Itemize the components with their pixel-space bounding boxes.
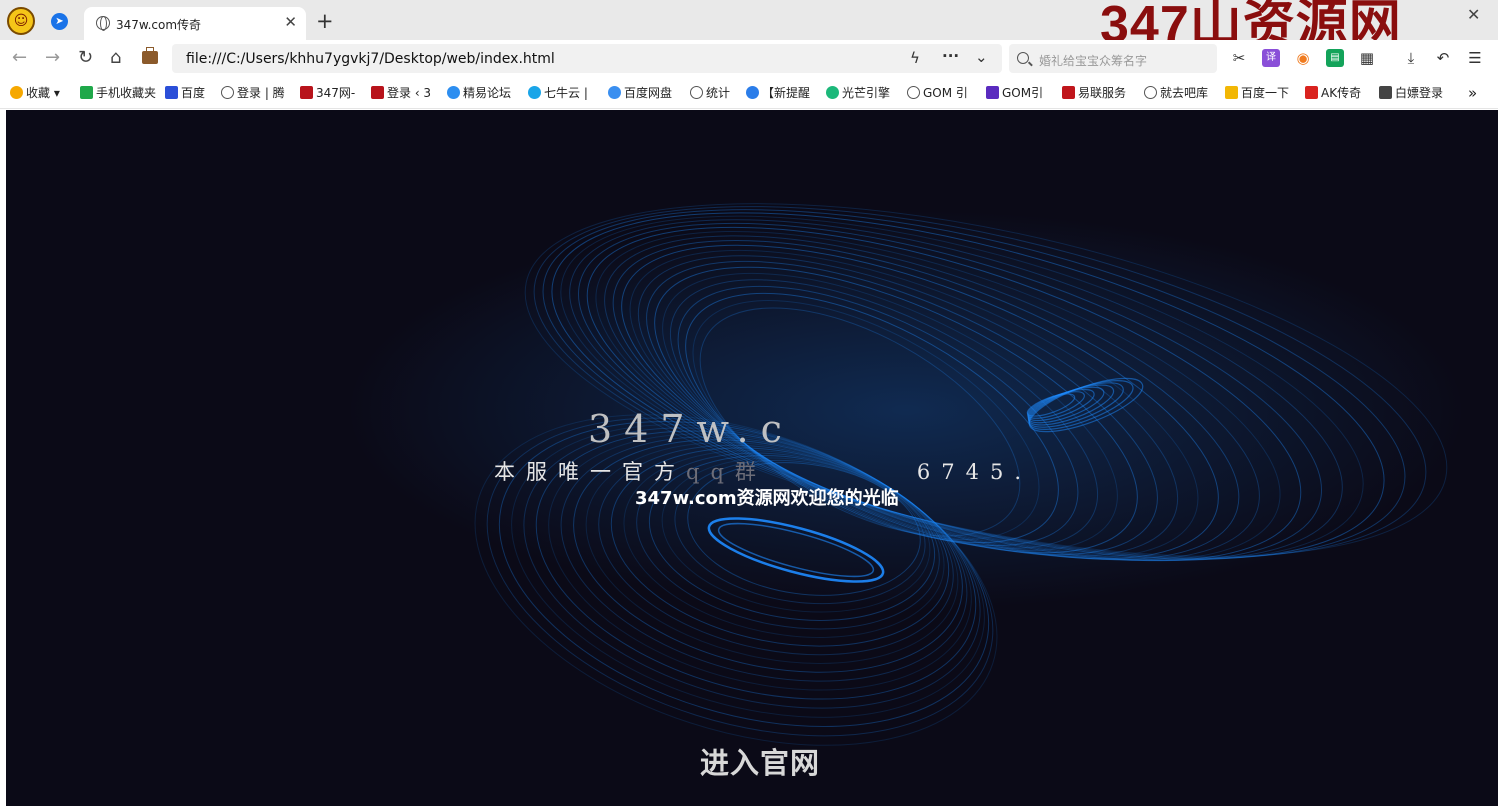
more-icon[interactable]: ··· — [942, 47, 959, 65]
bookmark-item[interactable]: 百度网盘 — [608, 85, 678, 101]
site-icon — [1225, 86, 1238, 99]
tab-active[interactable]: 347w.com传奇 ✕ — [84, 7, 306, 40]
new-tab-button[interactable]: + — [316, 9, 334, 33]
bookmarks-bar: 收藏 ▾ 手机收藏夹 百度 登录 | 腾 347网- 登录 ‹ 3 精易论坛 七… — [0, 77, 1498, 109]
address-bar[interactable]: file:///C:/Users/khhu7ygvkj7/Desktop/web… — [172, 44, 1002, 73]
bookmark-item[interactable]: AK传奇 — [1305, 85, 1367, 101]
tab-close-button[interactable]: ✕ — [284, 13, 297, 31]
qiniu-icon — [528, 86, 541, 99]
bookmark-item[interactable]: 就去吧库 — [1144, 85, 1212, 101]
send-icon[interactable]: ➤ — [51, 13, 68, 30]
site-icon — [1305, 86, 1318, 99]
official-qq-line: 本服唯一官方qq群 6745. — [494, 460, 1033, 484]
chevron-down-icon[interactable]: ⌄ — [975, 48, 988, 66]
translate-icon[interactable]: 译 — [1262, 49, 1280, 67]
site-icon — [300, 86, 313, 99]
bookmark-item[interactable]: 易联服务 — [1062, 85, 1132, 101]
globe-icon — [1144, 86, 1157, 99]
site-icon — [371, 86, 384, 99]
reader-icon[interactable]: ▤ — [1326, 49, 1344, 67]
site-icon — [1062, 86, 1075, 99]
baidu-icon — [165, 86, 178, 99]
bookmark-item[interactable]: 手机收藏夹 — [80, 85, 156, 101]
site-icon — [746, 86, 759, 99]
window-close-button[interactable]: ✕ — [1467, 5, 1480, 24]
cloud-icon — [608, 86, 621, 99]
eye-icon — [447, 86, 460, 99]
star-icon — [10, 86, 23, 99]
lightning-icon[interactable]: ϟ — [910, 49, 920, 67]
bookmark-item[interactable]: 百度 — [165, 85, 211, 101]
bookmark-item[interactable]: 347网- — [300, 85, 360, 101]
glow — [346, 210, 1466, 610]
bookmarks-more-button[interactable]: » — [1468, 85, 1484, 101]
enter-site-button[interactable]: 进入官网 — [700, 740, 820, 782]
page-content: 347w.c 本服唯一官方qq群 6745. 347w.com资源网欢迎您的光临 … — [6, 110, 1498, 806]
site-icon — [986, 86, 999, 99]
navigation-bar: ← → ↻ ⌂ file:///C:/Users/khhu7ygvkj7/Des… — [0, 40, 1498, 77]
site-icon — [1379, 86, 1392, 99]
briefcase-icon[interactable] — [142, 47, 158, 64]
bookmark-item[interactable]: GOM 引 — [907, 85, 973, 101]
bookmark-item[interactable]: 登录 | 腾 — [221, 85, 289, 101]
globe-icon — [690, 86, 703, 99]
bookmark-item[interactable]: 七牛云 | — [528, 85, 596, 101]
bookmark-item[interactable]: 光芒引擎 — [826, 85, 896, 101]
welcome-text: 347w.com资源网欢迎您的光临 — [635, 488, 899, 509]
bookmark-item[interactable]: 百度一下 — [1225, 85, 1293, 101]
search-box[interactable]: 婚礼给宝宝众筹名字 — [1009, 44, 1217, 73]
bookmark-item[interactable]: 【新提醒 — [746, 85, 814, 101]
bookmark-item[interactable]: 精易论坛 — [447, 85, 517, 101]
globe-icon — [221, 86, 234, 99]
bookmark-item[interactable]: 统计 — [690, 85, 736, 101]
globe-icon — [96, 16, 110, 31]
title-bar: ☺ ➤ 347w.com传奇 ✕ + 347山资源网 ✕ — [0, 0, 1498, 54]
bookmark-item[interactable]: 白嫖登录 — [1379, 85, 1449, 101]
download-icon[interactable]: ⤓ — [1402, 49, 1420, 67]
bookmark-item[interactable]: GOM引 — [986, 85, 1048, 101]
tab-title: 347w.com传奇 — [116, 18, 202, 32]
back-icon[interactable]: ← — [12, 48, 27, 68]
scissors-icon[interactable]: ✂ — [1230, 49, 1248, 67]
game-icon[interactable]: ◉ — [1294, 49, 1312, 67]
home-icon[interactable]: ⌂ — [110, 48, 121, 68]
menu-icon[interactable]: ☰ — [1466, 49, 1484, 67]
undo-icon[interactable]: ↶ — [1434, 49, 1452, 67]
engine-icon — [826, 86, 839, 99]
apps-icon[interactable]: ▦ — [1358, 49, 1376, 67]
site-title: 347w.c — [588, 407, 794, 451]
reload-icon[interactable]: ↻ — [78, 48, 93, 68]
search-icon — [1017, 52, 1029, 64]
forward-icon[interactable]: → — [45, 48, 60, 68]
bookmark-item[interactable]: 登录 ‹ 3 — [371, 85, 435, 101]
globe-icon — [907, 86, 920, 99]
phone-icon — [80, 86, 93, 99]
url-text[interactable]: file:///C:/Users/khhu7ygvkj7/Desktop/web… — [186, 51, 555, 67]
bookmark-item[interactable]: 收藏 ▾ — [10, 85, 72, 101]
search-placeholder[interactable]: 婚礼给宝宝众筹名字 — [1039, 52, 1147, 69]
browser-logo-icon[interactable]: ☺ — [7, 7, 35, 35]
